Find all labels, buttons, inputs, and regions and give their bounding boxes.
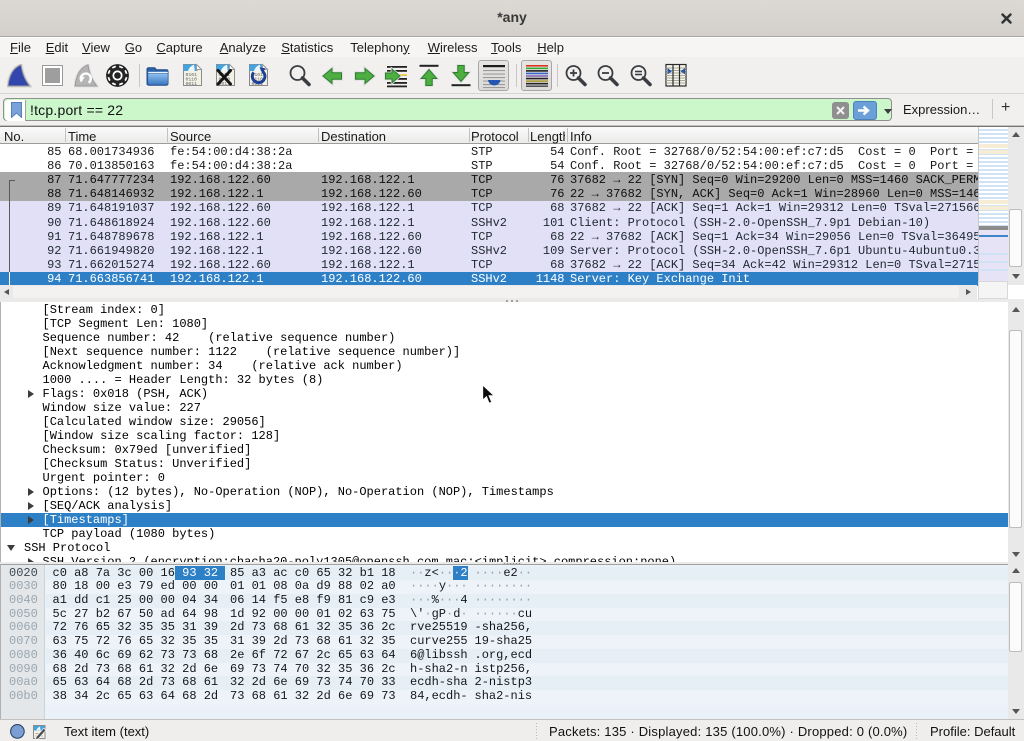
svg-text:0011: 0011 <box>186 81 198 87</box>
